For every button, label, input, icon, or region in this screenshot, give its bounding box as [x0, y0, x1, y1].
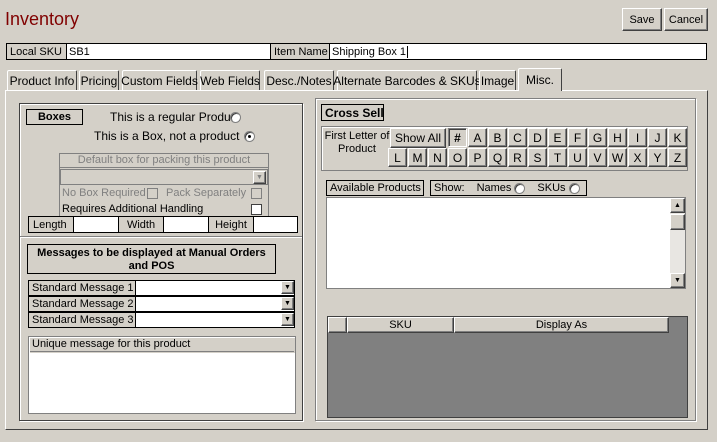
- left-divider: [20, 236, 302, 238]
- letter-button-w[interactable]: W: [608, 148, 627, 167]
- letter-button-u[interactable]: U: [568, 148, 587, 167]
- regular-product-radio[interactable]: [230, 112, 241, 123]
- tab-page: Boxes This is a regular Product This is …: [5, 90, 708, 430]
- local-sku-label: Local SKU: [6, 43, 67, 60]
- length-label: Length: [28, 216, 74, 233]
- messages-heading: Messages to be displayed at Manual Order…: [27, 244, 276, 274]
- height-label: Height: [208, 216, 254, 233]
- letter-button-l[interactable]: L: [388, 148, 407, 167]
- std-message-2-select[interactable]: ▼: [135, 296, 295, 312]
- width-input[interactable]: [163, 216, 209, 233]
- letter-button-hash[interactable]: #: [448, 128, 467, 147]
- letter-button-i[interactable]: I: [628, 128, 647, 147]
- boxes-heading: Boxes: [26, 109, 83, 125]
- window-title: Inventory: [5, 9, 80, 29]
- show-all-button[interactable]: Show All: [390, 128, 446, 148]
- regular-product-label: This is a regular Product: [110, 110, 241, 124]
- length-input[interactable]: [73, 216, 119, 233]
- std-message-1-select[interactable]: ▼: [135, 280, 295, 296]
- item-name-input[interactable]: Shipping Box 1: [329, 43, 707, 60]
- letter-button-a[interactable]: A: [468, 128, 487, 147]
- names-label: Names: [476, 182, 512, 194]
- default-box-select[interactable]: ▼: [60, 169, 268, 185]
- letter-button-n[interactable]: N: [428, 148, 447, 167]
- letter-button-h[interactable]: H: [608, 128, 627, 147]
- available-products-label: Available Products: [326, 180, 424, 196]
- grid-row-indicator-header: [328, 317, 347, 333]
- pack-separately-checkbox[interactable]: [251, 188, 262, 199]
- requires-handling-checkbox[interactable]: [251, 204, 262, 215]
- names-radio[interactable]: [514, 182, 526, 194]
- skus-label: SKUs: [537, 182, 566, 194]
- letter-button-o[interactable]: O: [448, 148, 467, 167]
- default-box-label: Default box for packing this product: [60, 154, 268, 168]
- local-sku-input[interactable]: SB1: [66, 43, 271, 60]
- scroll-thumb[interactable]: [670, 214, 685, 230]
- tab-misc[interactable]: Misc.: [518, 68, 562, 91]
- letter-button-g[interactable]: G: [588, 128, 607, 147]
- tab-web-fields[interactable]: Web Fields: [200, 70, 260, 90]
- show-filter-group: Show: Names SKUs: [430, 180, 587, 196]
- letter-button-y[interactable]: Y: [648, 148, 667, 167]
- letter-button-s[interactable]: S: [528, 148, 547, 167]
- chevron-down-icon[interactable]: ▼: [253, 171, 266, 184]
- box-not-product-radio[interactable]: [244, 131, 256, 142]
- tab-custom-fields[interactable]: Custom Fields: [121, 70, 198, 90]
- letter-button-r[interactable]: R: [508, 148, 527, 167]
- grid-header-display-as[interactable]: Display As: [454, 317, 669, 333]
- letter-button-d[interactable]: D: [528, 128, 547, 147]
- letter-button-t[interactable]: T: [548, 148, 567, 167]
- tab-product-info[interactable]: Product Info: [7, 70, 77, 90]
- letter-button-v[interactable]: V: [588, 148, 607, 167]
- grid-header-sku[interactable]: SKU: [347, 317, 454, 333]
- letter-button-q[interactable]: Q: [488, 148, 507, 167]
- list-scrollbar[interactable]: ▲ ▼: [670, 198, 685, 288]
- std-message-3-label: Standard Message 3: [28, 312, 136, 328]
- std-message-1-label: Standard Message 1: [28, 280, 136, 296]
- scroll-up-icon[interactable]: ▲: [670, 198, 685, 213]
- text-cursor: [407, 45, 408, 58]
- letter-button-e[interactable]: E: [548, 128, 567, 147]
- letter-button-f[interactable]: F: [568, 128, 587, 147]
- width-label: Width: [118, 216, 164, 233]
- letter-button-x[interactable]: X: [628, 148, 647, 167]
- scroll-down-icon[interactable]: ▼: [670, 273, 685, 288]
- available-products-list[interactable]: [326, 197, 686, 289]
- chevron-down-icon[interactable]: ▼: [281, 297, 294, 310]
- chevron-down-icon[interactable]: ▼: [281, 313, 294, 326]
- letter-button-p[interactable]: P: [468, 148, 487, 167]
- item-name-value: Shipping Box 1: [332, 45, 406, 58]
- letter-button-z[interactable]: Z: [668, 148, 687, 167]
- tab-alternate-barcodes[interactable]: Alternate Barcodes & SKUs: [333, 70, 481, 90]
- tab-pricing[interactable]: Pricing: [79, 70, 119, 90]
- cross-sell-heading: Cross Sell: [321, 104, 384, 121]
- letter-button-c[interactable]: C: [508, 128, 527, 147]
- save-button[interactable]: Save: [622, 8, 662, 31]
- std-message-3-select[interactable]: ▼: [135, 312, 295, 328]
- letter-button-k[interactable]: K: [668, 128, 687, 147]
- tab-image[interactable]: Image: [479, 70, 516, 90]
- letter-button-m[interactable]: M: [408, 148, 427, 167]
- letter-button-j[interactable]: J: [648, 128, 667, 147]
- requires-handling-label: Requires Additional Handling: [62, 203, 204, 215]
- std-message-2-label: Standard Message 2: [28, 296, 136, 312]
- show-label: Show:: [434, 182, 465, 194]
- item-name-label: Item Name: [270, 43, 330, 60]
- unique-message-label: Unique message for this product: [30, 338, 294, 352]
- height-input[interactable]: [253, 216, 298, 233]
- first-letter-label: First Letter of Product: [324, 130, 390, 155]
- no-box-required-checkbox[interactable]: [147, 188, 158, 199]
- unique-message-textarea[interactable]: [29, 353, 295, 413]
- cancel-button[interactable]: Cancel: [664, 8, 708, 31]
- skus-radio[interactable]: [568, 182, 580, 194]
- tab-desc-notes[interactable]: Desc./Notes: [264, 70, 334, 90]
- letter-button-b[interactable]: B: [488, 128, 507, 147]
- no-box-required-label: No Box Required: [62, 187, 146, 199]
- box-not-product-label: This is a Box, not a product: [94, 129, 240, 143]
- chevron-down-icon[interactable]: ▼: [281, 281, 294, 294]
- pack-separately-label: Pack Separately: [166, 187, 247, 199]
